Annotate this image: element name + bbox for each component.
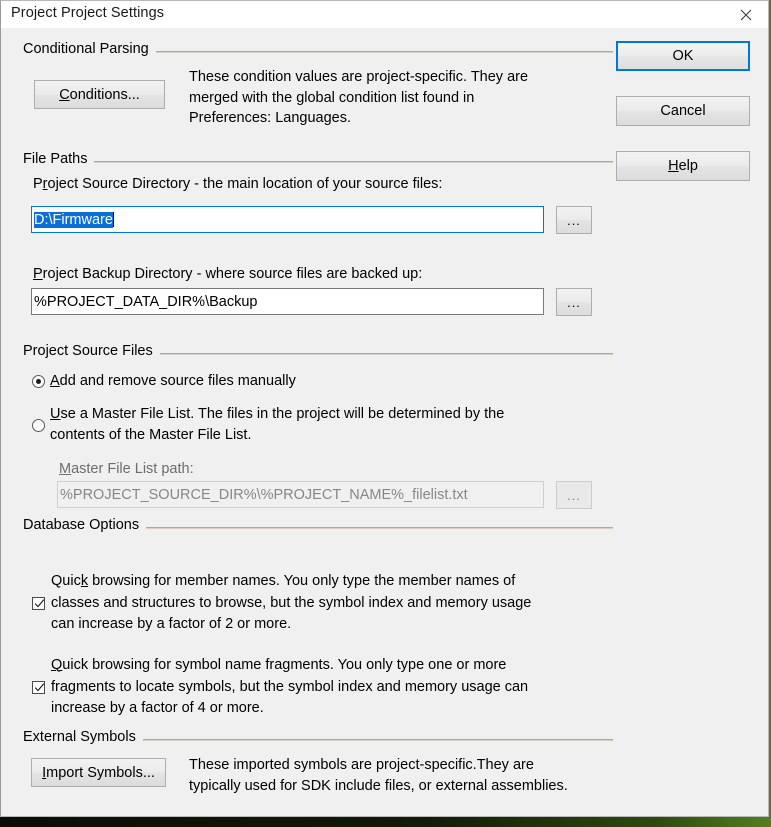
group-file-paths: File Paths xyxy=(23,151,613,167)
group-label-database-options: Database Options xyxy=(23,517,147,533)
group-label-conditional-parsing: Conditional Parsing xyxy=(23,41,156,57)
group-external-symbols: External Symbols xyxy=(23,729,613,745)
project-settings-dialog: Project Project Settings OK Cancel Help … xyxy=(0,0,769,817)
source-directory-label-part1: P xyxy=(33,176,43,192)
checkbox-quick-browse-fragments-label: Quick browsing for symbol name fragments… xyxy=(51,655,603,720)
group-label-file-paths: File Paths xyxy=(23,151,95,167)
radio-use-master-file-list-label: Use a Master File List. The files in the… xyxy=(50,404,595,445)
radio-icon-unselected xyxy=(32,419,45,432)
group-label-external-symbols: External Symbols xyxy=(23,729,143,745)
label-part1: Quic xyxy=(51,573,81,589)
label-mnemonic: Q xyxy=(51,657,63,673)
backup-directory-value: %PROJECT_DATA_DIR%\Backup xyxy=(34,293,258,310)
radio-use-master-file-list[interactable]: Use a Master File List. The files in the… xyxy=(32,404,592,448)
radio-add-remove-manually-label: Add and remove source files manually xyxy=(50,371,296,392)
import-symbols-button-label: mport Symbols... xyxy=(46,764,155,781)
backup-directory-label: Project Backup Directory - where source … xyxy=(33,266,422,282)
group-label-project-source-files: Project Source Files xyxy=(23,343,160,359)
title-bar[interactable]: Project Project Settings xyxy=(1,1,768,29)
source-directory-value: D:\Firmware xyxy=(34,211,113,228)
radio-label-rest: dd and remove source files manually xyxy=(59,373,296,389)
window-title: Project Project Settings xyxy=(11,5,165,21)
label-mnemonic: k xyxy=(80,573,89,589)
source-directory-label-part2: oject Source Directory - the main locati… xyxy=(47,176,443,192)
checkbox-quick-browse-members[interactable]: Quick browsing for member names. You onl… xyxy=(32,571,602,637)
conditions-button-label: onditions... xyxy=(69,86,140,103)
backup-directory-browse-button[interactable]: ... xyxy=(556,288,592,316)
source-directory-label: Project Source Directory - the main loca… xyxy=(33,176,442,192)
checkbox-quick-browse-fragments[interactable]: Quick browsing for symbol name fragments… xyxy=(32,655,602,721)
master-file-list-path-label-rest: aster File List path: xyxy=(71,461,194,477)
checkbox-icon-checked xyxy=(32,597,45,610)
backup-directory-label-mnemonic: P xyxy=(33,266,43,282)
backup-directory-input[interactable]: %PROJECT_DATA_DIR%\Backup xyxy=(31,288,544,315)
backup-directory-label-part2: roject Backup Directory - where source f… xyxy=(42,266,423,282)
import-symbols-button[interactable]: Import Symbols... xyxy=(31,758,166,787)
radio-mnemonic: A xyxy=(50,373,60,389)
cancel-button[interactable]: Cancel xyxy=(616,96,750,126)
master-file-list-path-input[interactable]: %PROJECT_SOURCE_DIR%\%PROJECT_NAME%_file… xyxy=(57,481,544,508)
dialog-client-area: OK Cancel Help Conditional Parsing Condi… xyxy=(1,29,768,816)
conditional-parsing-description: These condition values are project-speci… xyxy=(189,69,529,126)
group-conditional-parsing: Conditional Parsing xyxy=(23,41,613,57)
text-caret xyxy=(112,212,114,227)
close-icon[interactable] xyxy=(723,1,768,28)
group-project-source-files: Project Source Files xyxy=(23,343,613,359)
radio-label-rest: se a Master File List. The files in the … xyxy=(50,406,505,443)
checkbox-quick-browse-members-label: Quick browsing for member names. You onl… xyxy=(51,571,603,636)
help-button-mnemonic: H xyxy=(668,158,679,174)
help-button[interactable]: Help xyxy=(616,151,750,181)
external-symbols-description: These imported symbols are project-speci… xyxy=(189,757,568,794)
source-directory-input[interactable]: D:\Firmware xyxy=(31,206,544,233)
master-file-list-path-value: %PROJECT_SOURCE_DIR%\%PROJECT_NAME%_file… xyxy=(60,486,468,503)
ok-button[interactable]: OK xyxy=(616,41,750,71)
help-button-label: elp xyxy=(678,158,698,174)
conditions-button-mnemonic: C xyxy=(59,86,70,103)
source-directory-browse-button[interactable]: ... xyxy=(556,206,592,234)
checkbox-icon-checked xyxy=(32,681,45,694)
group-database-options: Database Options xyxy=(23,517,613,533)
conditions-button[interactable]: Conditions... xyxy=(34,80,165,109)
label-part2: uick browsing for symbol name fragments.… xyxy=(51,657,529,716)
group-separator-line xyxy=(23,161,613,163)
label-part2: browsing for member names. You only type… xyxy=(51,573,532,632)
radio-mnemonic: U xyxy=(50,406,61,422)
master-file-list-browse-button[interactable]: ... xyxy=(556,481,592,509)
master-file-list-path-label: Master File List path: xyxy=(59,461,194,477)
radio-add-remove-manually[interactable]: Add and remove source files manually xyxy=(32,371,592,393)
master-file-list-path-label-mnemonic: M xyxy=(59,461,72,477)
radio-icon-selected xyxy=(32,375,45,388)
